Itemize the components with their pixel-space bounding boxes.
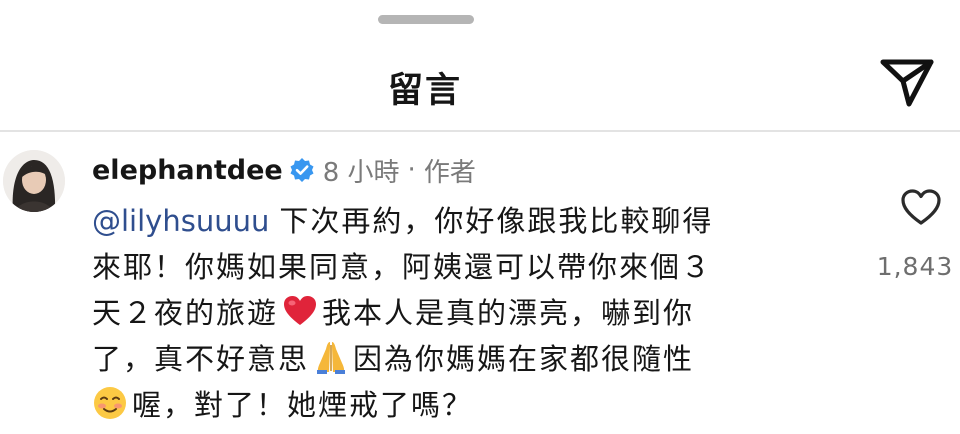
comment-header: elephantdee 8 小時 · 作者 [92,151,476,189]
comment-text-segment: 來耶！你媽如果同意，阿姨還可以帶你來個３ [92,250,713,284]
comment-text: @lilyhsuuuu 下次再約，你好像跟我比較聊得 來耶！你媽如果同意，阿姨還可… [92,198,852,428]
sheet-drag-handle[interactable] [378,15,474,24]
comment-text-segment: 因為你媽媽在家都很隨性 [353,342,695,376]
like-count: 1,843 [876,252,954,281]
heart-outline-icon [901,189,941,225]
comment-text-segment: 了，真不好意思 [92,342,310,376]
username[interactable]: elephantdee [92,155,283,186]
comment-text-segment: 喔，對了！她煙戒了嗎？ [132,388,474,422]
comment-time: 8 小時 [322,157,400,188]
comment-text-segment: 天２夜的旅遊 [92,296,279,330]
mention-link[interactable]: @lilyhsuuuu [92,204,269,238]
share-button[interactable] [872,52,942,114]
comment-text-segment: 我本人是真的漂亮，嚇到你 [322,296,695,330]
comments-sheet: 留言 elephantdee 8 小時 · 作者 @lilyhsuuuu 下次再約 [0,0,960,422]
heart-emoji [282,293,318,329]
comment-text-segment: 下次再約，你好像跟我比較聊得 [279,204,714,238]
page-title: 留言 [387,71,462,111]
paper-plane-icon [880,59,934,107]
avatar[interactable] [3,150,65,212]
meta-separator: · [407,155,416,185]
comment-line: 天２夜的旅遊 我本人是真的漂亮，嚇到你 [92,290,852,336]
like-button[interactable] [898,185,944,229]
comment-line: @lilyhsuuuu 下次再約，你好像跟我比較聊得 [92,198,852,244]
comment-line: 來耶！你媽如果同意，阿姨還可以帶你來個３ [92,244,852,290]
verified-badge-icon [289,157,315,183]
comment-line: 喔，對了！她煙戒了嗎？ [92,382,852,428]
folded-hands-emoji [313,339,349,375]
header-divider [0,130,960,132]
smiling-face-emoji [92,385,128,421]
author-label: 作者 [423,157,476,188]
comment-line: 了，真不好意思 因為你媽媽在家都很隨性 [92,336,852,382]
